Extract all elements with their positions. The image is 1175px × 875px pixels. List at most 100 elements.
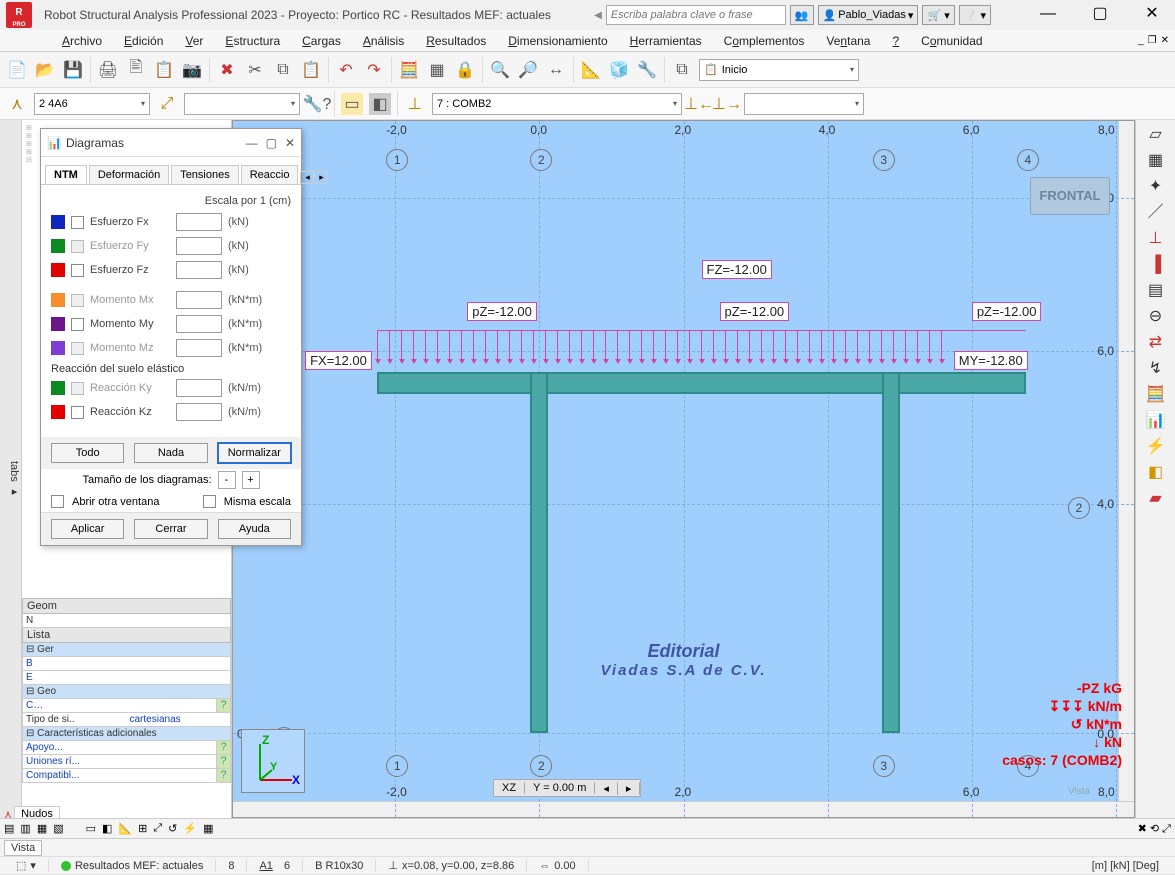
support-tool-icon[interactable]: ⊥ xyxy=(1142,228,1170,252)
mdi-minimize[interactable]: _ xyxy=(1138,35,1144,46)
copy-icon[interactable]: ⧉ xyxy=(272,59,294,81)
screenshot-icon[interactable]: 📷 xyxy=(181,59,203,81)
delete-icon[interactable]: ✖ xyxy=(216,59,238,81)
scale-fz[interactable] xyxy=(176,261,222,279)
menu-resultados[interactable]: Resultados xyxy=(426,34,486,48)
props-lista-header[interactable]: Lista xyxy=(22,628,231,643)
select-tool-icon[interactable]: ▱ xyxy=(1142,124,1170,148)
tab-deformacion[interactable]: Deformación xyxy=(89,165,169,184)
menu-comunidad[interactable]: Comunidad xyxy=(921,34,982,48)
minimize-button[interactable]: — xyxy=(1031,3,1065,27)
cube-tool-icon[interactable]: ◧ xyxy=(1142,462,1170,486)
scale-kz[interactable] xyxy=(176,403,222,421)
search-input[interactable] xyxy=(606,5,786,25)
workplane-bar[interactable]: XZ Y = 0.00 m ◂▸ xyxy=(493,779,641,797)
cut-icon[interactable]: ✂ xyxy=(244,59,266,81)
menu-ventana[interactable]: Ventana xyxy=(826,34,870,48)
undo-icon[interactable]: ↶ xyxy=(335,59,357,81)
tab-reacciones[interactable]: Reaccio xyxy=(241,165,299,184)
menu-herramientas[interactable]: Herramientas xyxy=(630,34,702,48)
scale-mz[interactable] xyxy=(176,339,222,357)
chk-same-scale[interactable] xyxy=(203,495,216,508)
filter-icon[interactable]: 🔧? xyxy=(306,93,328,115)
column-element[interactable] xyxy=(530,372,548,734)
user-menu[interactable]: 👤 Pablo_Viadas ▾ xyxy=(818,5,919,25)
mdi-restore[interactable]: ❐ xyxy=(1148,35,1157,46)
case-icon[interactable]: ⊥ xyxy=(404,93,426,115)
scale-fx[interactable] xyxy=(176,213,222,231)
tab-ntm[interactable]: NTM xyxy=(45,165,87,184)
menu-dimensionamiento[interactable]: Dimensionamiento xyxy=(508,34,607,48)
menu-archivo[interactable]: Archivo xyxy=(62,34,102,48)
btn-todo[interactable]: Todo xyxy=(51,443,124,463)
mdi-close[interactable]: ✕ xyxy=(1161,35,1169,46)
calc-icon[interactable]: 🧮 xyxy=(398,59,420,81)
btn-size-minus[interactable]: - xyxy=(218,471,236,489)
viewcube[interactable]: FRONTAL xyxy=(1030,177,1110,215)
menu-estructura[interactable]: Estructura xyxy=(225,34,280,48)
calc-tool-icon[interactable]: 🧮 xyxy=(1142,384,1170,408)
chk-open-window[interactable] xyxy=(51,495,64,508)
scale-fy[interactable] xyxy=(176,237,222,255)
view3d-icon[interactable]: ◧ xyxy=(369,93,391,115)
panel-tool-icon[interactable]: ▰ xyxy=(1142,488,1170,512)
btn-ayuda[interactable]: Ayuda xyxy=(218,519,291,539)
column-element[interactable] xyxy=(882,372,900,734)
maximize-button[interactable]: ▢ xyxy=(1083,3,1117,27)
tab-next[interactable]: ▸ xyxy=(314,171,328,184)
attributes-icon[interactable]: 🔧 xyxy=(636,59,658,81)
menu-cargas[interactable]: Cargas xyxy=(302,34,341,48)
next-case-icon[interactable]: ⊥→ xyxy=(716,93,738,115)
mode-combo[interactable]: ▾ xyxy=(744,93,864,115)
redo-icon[interactable]: ↷ xyxy=(363,59,385,81)
bar-combo[interactable]: ▾ xyxy=(184,93,300,115)
dialog-minimize[interactable]: — xyxy=(246,136,258,150)
user-info-button[interactable]: 👥 xyxy=(790,5,814,25)
cart-button[interactable]: 🛒 ▾ xyxy=(922,5,954,25)
offset-tool-icon[interactable]: ⇄ xyxy=(1142,332,1170,356)
menu-complementos[interactable]: Complementos xyxy=(724,34,805,48)
chk-fz[interactable] xyxy=(71,264,84,277)
help-icon[interactable]: ? xyxy=(216,769,230,782)
tab-prev[interactable]: ◂ xyxy=(300,171,314,184)
new-icon[interactable]: 📄 xyxy=(6,59,28,81)
paste-icon[interactable]: 📋 xyxy=(300,59,322,81)
section-tool-icon[interactable]: ▐ xyxy=(1142,254,1170,278)
help-icon[interactable]: ? xyxy=(216,755,230,768)
btn-size-plus[interactable]: + xyxy=(242,471,260,489)
chk-kz[interactable] xyxy=(71,406,84,419)
btn-normalizar[interactable]: Normalizar xyxy=(218,443,291,463)
menu-analisis[interactable]: Análisis xyxy=(363,34,404,48)
bar-tool-icon[interactable]: ／ xyxy=(1142,202,1170,226)
zoom-icon[interactable]: 🔍 xyxy=(489,59,511,81)
lock-icon[interactable]: 🔒 xyxy=(454,59,476,81)
chk-fx[interactable] xyxy=(71,216,84,229)
orientation-widget[interactable]: Z X Y xyxy=(241,729,305,793)
tab-vista[interactable]: Vista xyxy=(4,840,42,856)
results-tool-icon[interactable]: 📊 xyxy=(1142,410,1170,434)
props-geom-header[interactable]: Geom xyxy=(22,598,231,614)
release-tool-icon[interactable]: ⊖ xyxy=(1142,306,1170,330)
open-icon[interactable]: 📂 xyxy=(34,59,56,81)
dialog-maximize[interactable]: ▢ xyxy=(266,136,277,150)
bar-select-icon[interactable]: ⤢ xyxy=(156,93,178,115)
dialog-close[interactable]: ✕ xyxy=(285,136,295,150)
save-icon[interactable]: 💾 xyxy=(62,59,84,81)
page-setup-icon[interactable]: 📋 xyxy=(153,59,175,81)
grid-tool-icon[interactable]: ▦ xyxy=(1142,150,1170,174)
scale-mx[interactable] xyxy=(176,291,222,309)
select-arrow-icon[interactable]: ↔ xyxy=(545,59,567,81)
help-icon[interactable]: ? xyxy=(216,741,230,754)
layout-combo[interactable]: 📋 Inicio▾ xyxy=(699,59,859,81)
scale-ky[interactable] xyxy=(176,379,222,397)
model-canvas[interactable]: -2,0 0,0 2,0 4,0 6,0 8,0 -2,0 2,0 6,0 8,… xyxy=(232,120,1135,818)
tabs-strip[interactable]: tabs ▸ xyxy=(0,120,22,818)
design-tool-icon[interactable]: ⚡ xyxy=(1142,436,1170,460)
view2d-icon[interactable]: ▭ xyxy=(341,93,363,115)
help-icon[interactable]: ? xyxy=(216,699,230,712)
material-tool-icon[interactable]: ▤ xyxy=(1142,280,1170,304)
axes-icon[interactable]: 📐 xyxy=(580,59,602,81)
tab-tensiones[interactable]: Tensiones xyxy=(171,165,239,184)
load-tool-icon[interactable]: ↯ xyxy=(1142,358,1170,382)
selection-combo[interactable]: 2 4A6▾ xyxy=(34,93,150,115)
